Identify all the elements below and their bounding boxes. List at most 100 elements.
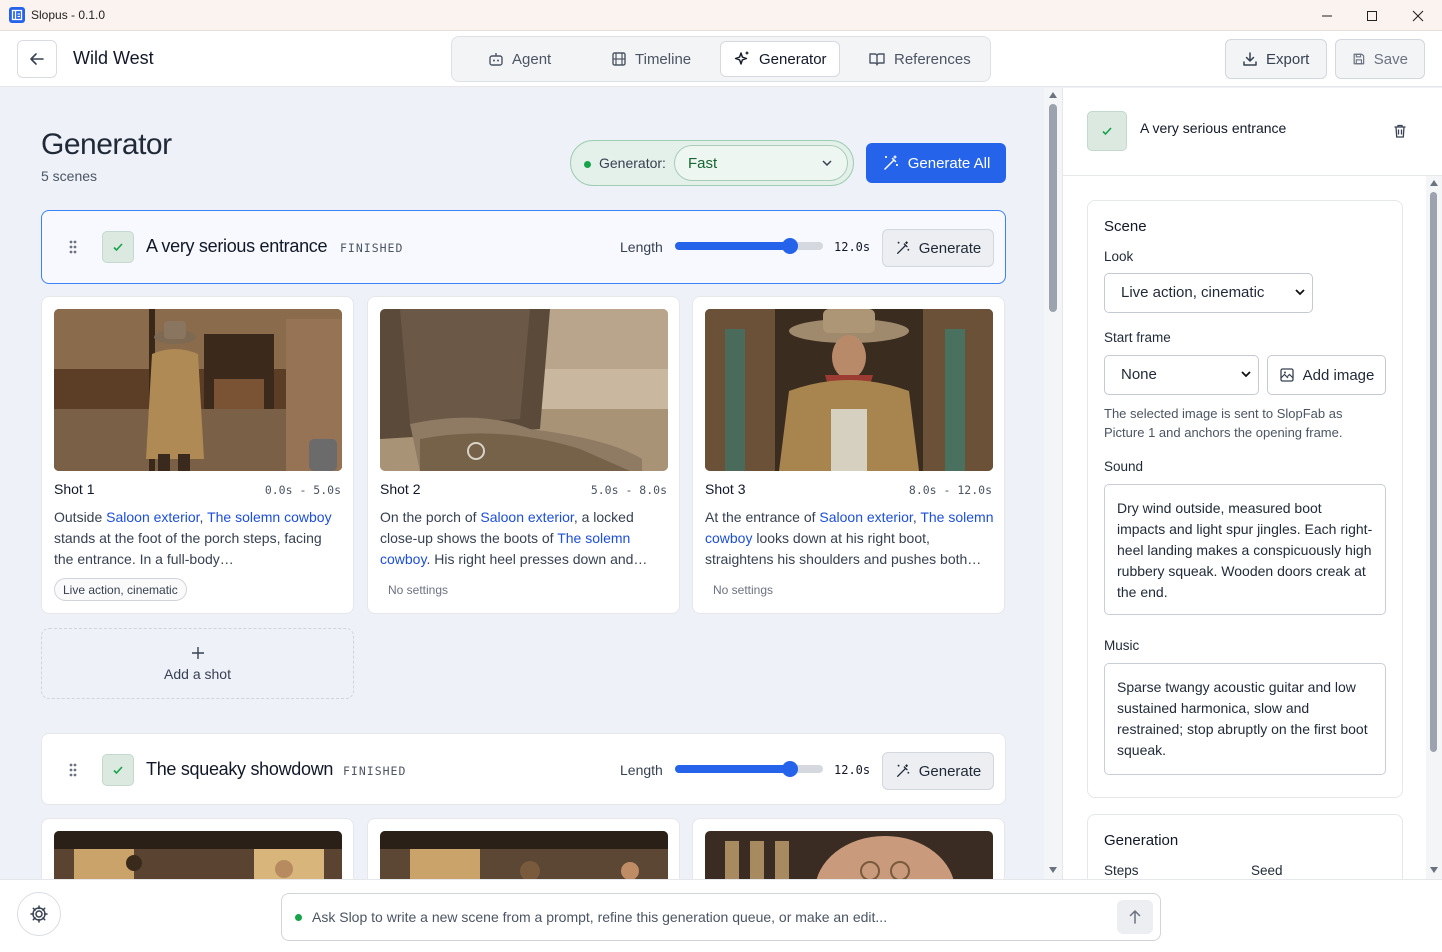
generator-select[interactable]: Fast (674, 145, 848, 181)
scrollbar-thumb[interactable] (1430, 192, 1437, 752)
minimize-icon[interactable] (1304, 0, 1350, 31)
scene-count: 5 scenes (41, 168, 98, 184)
maximize-icon[interactable] (1349, 0, 1395, 31)
scene-row[interactable]: The squeaky showdown FINISHED Length 12.… (41, 733, 1006, 805)
description-text: At the entrance of (705, 509, 820, 525)
start-frame-select[interactable]: None (1104, 355, 1259, 395)
view-tabs: Agent Timeline Generator References (451, 36, 991, 82)
close-window-icon[interactable] (1395, 0, 1441, 31)
plus-icon (191, 646, 204, 659)
shot-settings-note: No settings (388, 583, 449, 597)
scene-status: FINISHED (343, 764, 407, 778)
generator-main: Generator 5 scenes Generator: Fast Gener… (0, 88, 1044, 879)
generate-scene-button[interactable]: Generate (882, 229, 994, 267)
send-button[interactable] (1117, 900, 1153, 934)
app-header: Wild West Agent Timeline Generator Refer… (0, 31, 1442, 87)
scroll-up-icon[interactable] (1049, 92, 1057, 98)
magic-wand-icon (896, 241, 909, 254)
status-dot-icon (584, 161, 591, 168)
length-value: 12.0s (834, 763, 871, 777)
music-textarea[interactable]: Sparse twangy acoustic guitar and low su… (1104, 663, 1386, 775)
generate-all-label: Generate All (907, 154, 991, 172)
length-value: 12.0s (834, 240, 871, 254)
scene-section-title: Scene (1104, 218, 1147, 235)
drag-handle-icon[interactable] (68, 239, 78, 255)
add-shot-label: Add a shot (164, 665, 231, 682)
scene-checkbox[interactable] (102, 231, 134, 263)
length-slider[interactable] (675, 238, 823, 254)
tab-agent[interactable]: Agent (476, 41, 563, 77)
chevron-down-icon (822, 160, 832, 167)
sound-textarea[interactable]: Dry wind outside, measured boot impacts … (1104, 484, 1386, 615)
shot-time: 8.0s - 12.0s (908, 483, 992, 497)
generator-selector: Generator: Fast (570, 140, 854, 186)
look-tag: Live action, cinematic (54, 578, 187, 601)
check-icon (113, 766, 123, 775)
back-button[interactable] (17, 40, 57, 78)
music-label: Music (1104, 638, 1140, 653)
panel-scene-title: A very serious entrance (1140, 120, 1287, 136)
project-title: Wild West (73, 48, 154, 68)
shot-title: Shot 3 (705, 481, 746, 497)
scene-checkbox[interactable] (1087, 111, 1127, 151)
generate-all-button[interactable]: Generate All (866, 143, 1006, 183)
main-scrollbar[interactable] (1044, 88, 1062, 879)
drag-handle-icon[interactable] (68, 762, 78, 778)
scene-row[interactable]: A very serious entrance FINISHED Length … (41, 210, 1006, 284)
shot-card[interactable]: Shot 1 0.0s - 5.0s Outside Saloon exteri… (41, 296, 354, 614)
tab-references[interactable]: References (856, 41, 983, 77)
entity-link[interactable]: Saloon exterior (480, 509, 573, 525)
add-image-button[interactable]: Add image (1267, 355, 1386, 395)
window-title: Slopus - 0.1.0 (31, 8, 106, 22)
tab-timeline-label: Timeline (635, 50, 692, 68)
look-select[interactable]: Live action, cinematic (1104, 273, 1313, 313)
tab-generator[interactable]: Generator (720, 41, 840, 77)
entity-link[interactable]: Saloon exterior (819, 509, 912, 525)
scene-checkbox[interactable] (102, 754, 134, 786)
entity-link[interactable]: The solemn cowboy (207, 509, 332, 525)
shot-description: Outside Saloon exterior, The solemn cowb… (54, 507, 344, 570)
entity-link[interactable]: Saloon exterior (106, 509, 199, 525)
slider-knob[interactable] (782, 761, 799, 777)
shot-card[interactable]: Shot 3 8.0s - 12.0s At the entrance of S… (692, 296, 1005, 614)
shot-thumbnail[interactable] (380, 831, 668, 879)
settings-button[interactable] (17, 892, 61, 936)
generate-label: Generate (918, 762, 982, 780)
generate-scene-button[interactable]: Generate (882, 752, 994, 790)
export-button[interactable]: Export (1225, 39, 1327, 79)
scroll-up-icon[interactable] (1430, 180, 1438, 186)
add-shot-button[interactable]: Add a shot (41, 628, 354, 699)
generation-settings-card: Generation Steps Seed (1087, 814, 1403, 879)
scroll-down-icon[interactable] (1049, 867, 1057, 873)
scrollbar-thumb[interactable] (1049, 104, 1057, 312)
shot-thumbnail[interactable] (54, 831, 342, 879)
scene-name: The squeaky showdown (146, 759, 334, 779)
chat-input[interactable] (312, 902, 1112, 932)
shot-thumbnail[interactable] (380, 309, 668, 471)
shot-card[interactable] (692, 818, 1005, 879)
add-image-label: Add image (1302, 366, 1375, 384)
sound-label: Sound (1104, 459, 1144, 474)
save-button[interactable]: Save (1335, 39, 1425, 79)
slider-knob[interactable] (782, 238, 799, 254)
panel-header: A very serious entrance (1063, 88, 1442, 176)
save-label: Save (1373, 50, 1408, 68)
shot-thumbnail[interactable] (705, 831, 993, 879)
shot-thumbnail[interactable] (54, 309, 342, 471)
app-logo-icon (9, 7, 25, 23)
shot-thumbnail[interactable] (705, 309, 993, 471)
shot-card[interactable] (367, 818, 680, 879)
trash-icon[interactable] (1392, 123, 1408, 139)
shot-title: Shot 2 (380, 481, 421, 497)
tab-timeline[interactable]: Timeline (599, 41, 703, 77)
chat-box (281, 893, 1161, 941)
shot-card[interactable]: Shot 2 5.0s - 8.0s On the porch of Saloo… (367, 296, 680, 614)
panel-scrollbar[interactable] (1426, 176, 1442, 879)
length-slider[interactable] (675, 761, 823, 777)
look-value: Live action, cinematic (1121, 284, 1265, 301)
scroll-down-icon[interactable] (1430, 867, 1438, 873)
chevron-down-icon (1241, 371, 1251, 378)
tab-references-label: References (894, 50, 971, 68)
description-text: Outside (54, 509, 107, 525)
shot-card[interactable] (41, 818, 354, 879)
